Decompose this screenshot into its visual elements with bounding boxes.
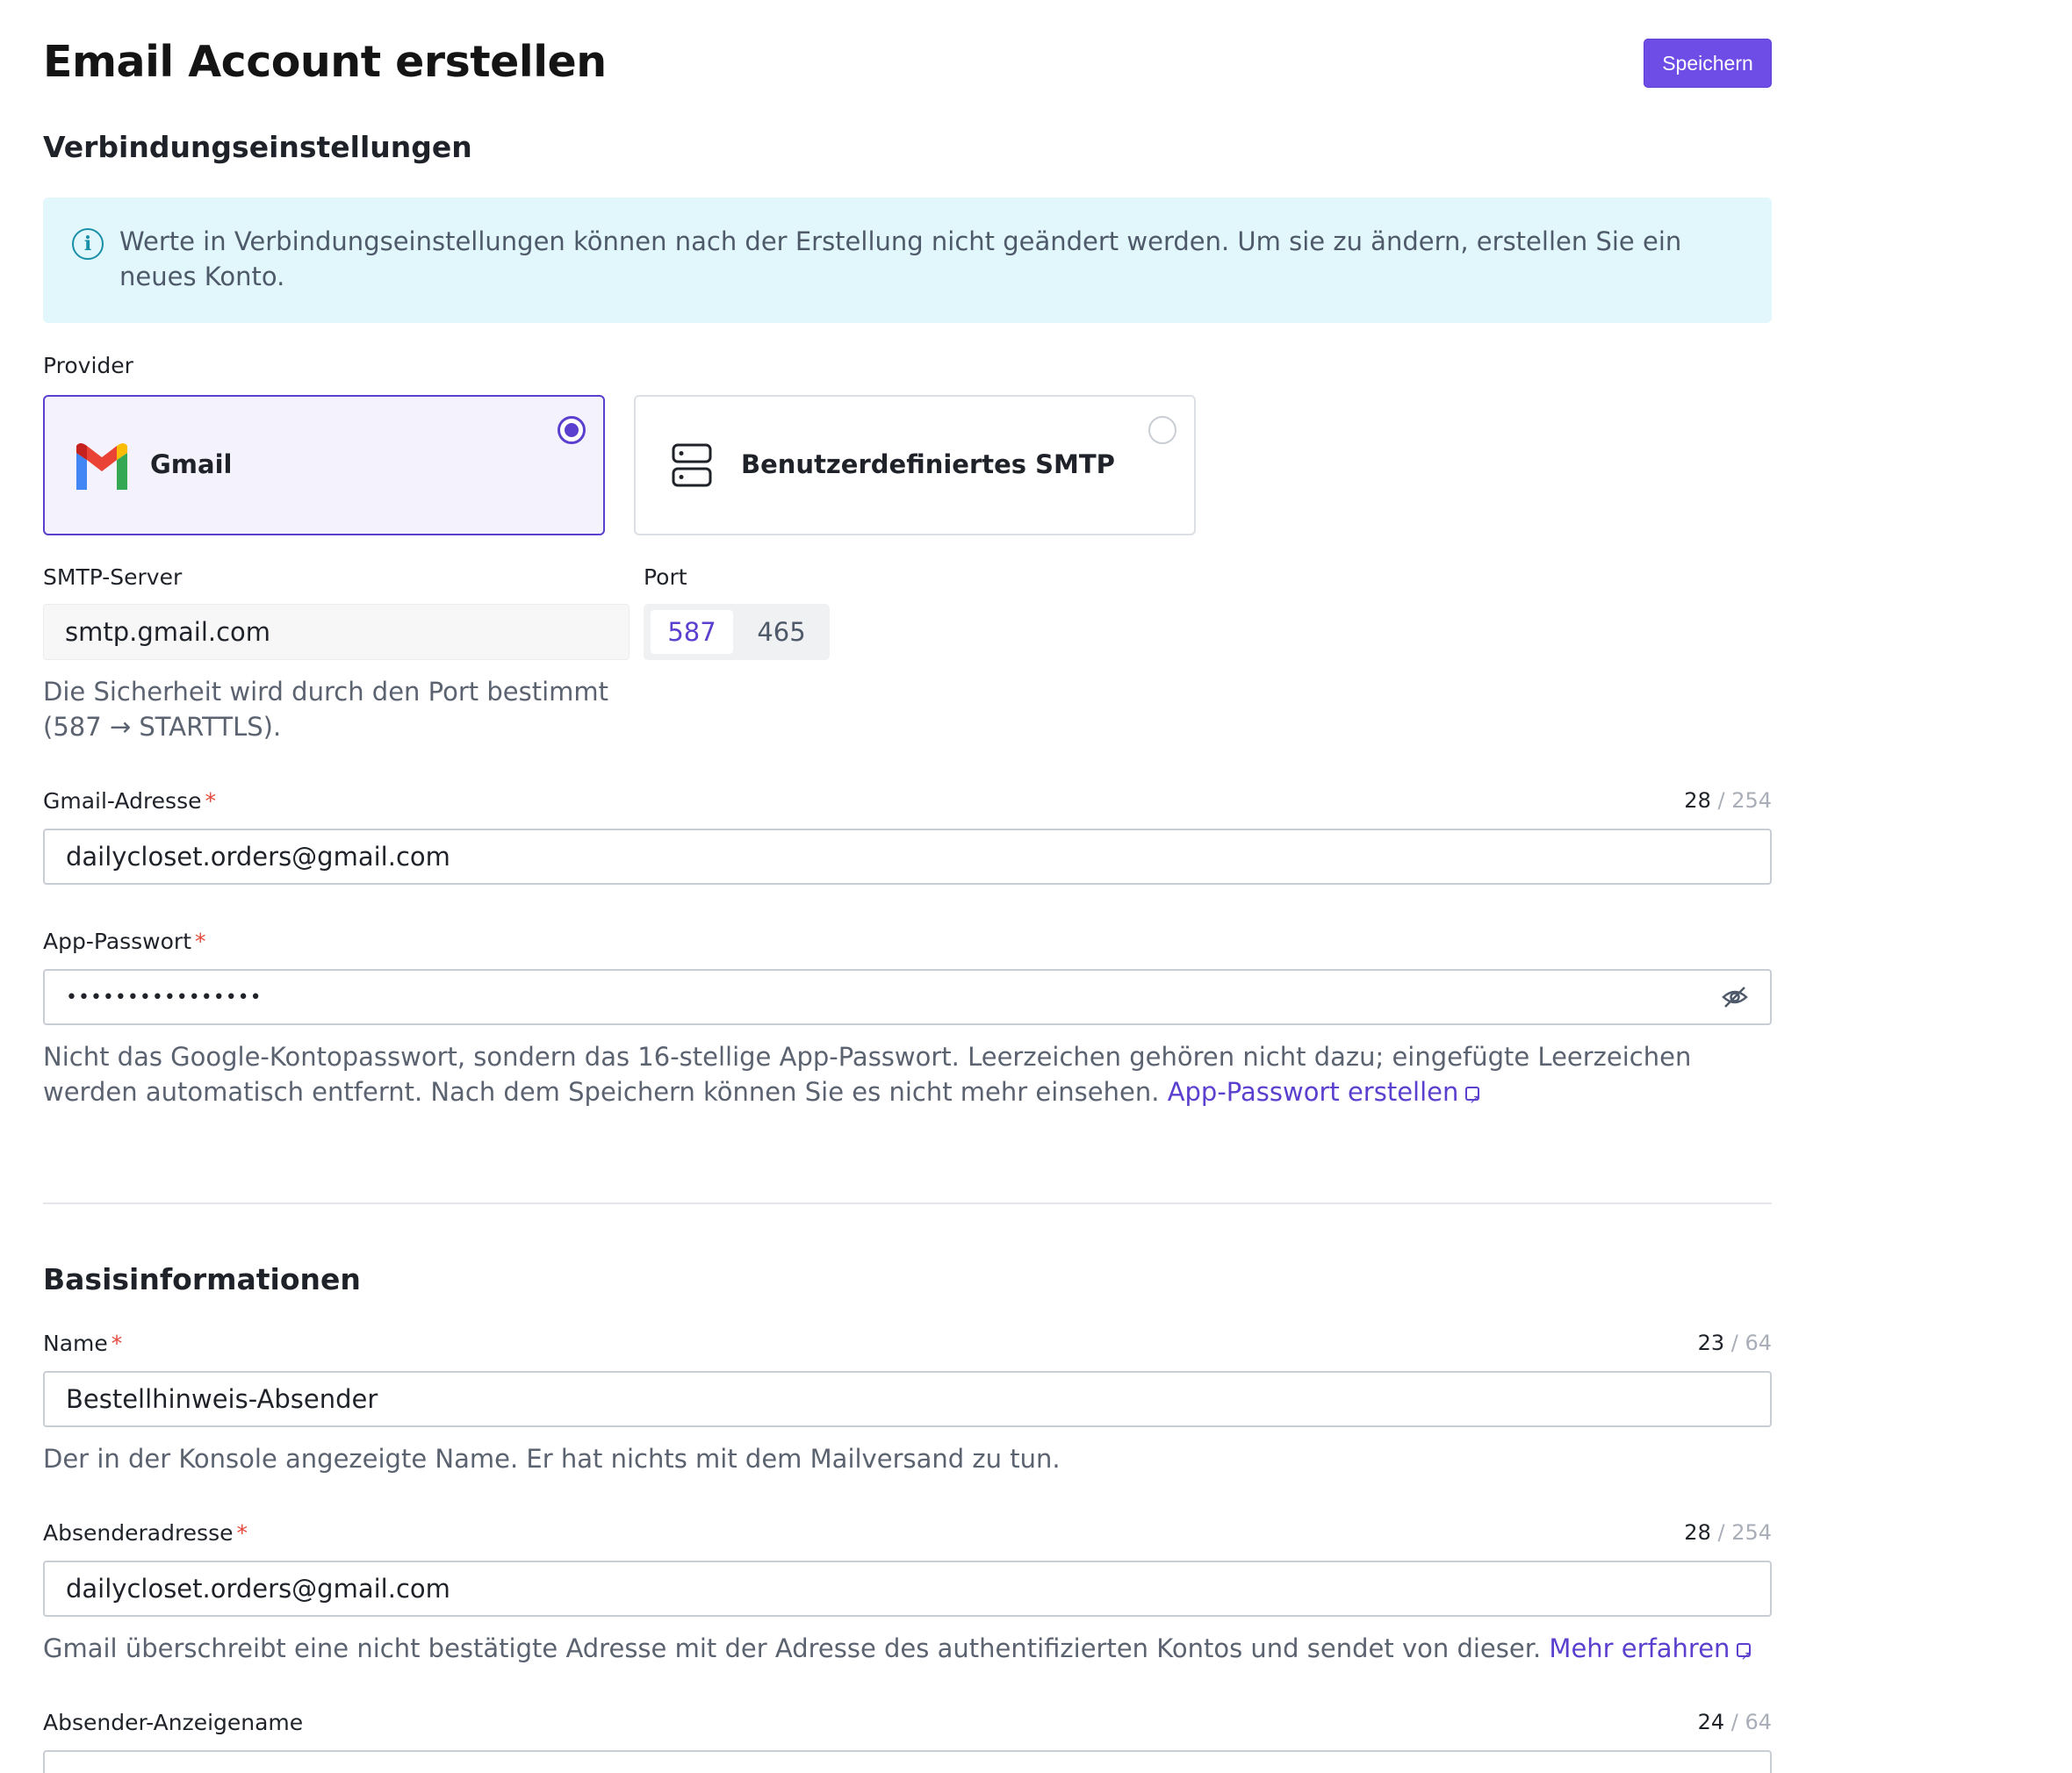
radio-gmail[interactable]	[558, 416, 586, 444]
app-password-help: Nicht das Google-Kontopasswort, sondern …	[43, 1039, 1772, 1117]
name-counter: 23 / 64	[1697, 1331, 1772, 1355]
provider-card-smtp[interactable]: Benutzerdefiniertes SMTP	[634, 395, 1196, 535]
app-password-input[interactable]: ••••••••••••••••	[43, 969, 1772, 1025]
provider-label-smtp: Benutzerdefiniertes SMTP	[741, 449, 1115, 479]
radio-smtp[interactable]	[1148, 416, 1176, 444]
smtp-server-input: smtp.gmail.com	[43, 604, 630, 660]
security-help-text: Die Sicherheit wird durch den Port besti…	[43, 677, 609, 742]
name-label: Name *	[43, 1331, 123, 1356]
provider-label: Provider	[43, 353, 133, 378]
sender-address-label: Absenderadresse *	[43, 1520, 248, 1546]
info-icon: i	[72, 228, 104, 260]
port-option-587[interactable]: 587	[651, 610, 733, 654]
gmail-address-input[interactable]: dailycloset.orders@gmail.com	[43, 829, 1772, 885]
gmail-icon	[71, 441, 133, 490]
display-name-counter: 24 / 64	[1697, 1710, 1772, 1734]
name-input[interactable]: Bestellhinweis-Absender	[43, 1371, 1772, 1427]
display-name-label: Absender-Anzeigename	[43, 1710, 304, 1735]
sender-address-help: Gmail überschreibt eine nicht bestätigte…	[43, 1631, 1772, 1674]
display-name-input[interactable]	[43, 1750, 1772, 1773]
provider-card-gmail[interactable]: Gmail	[43, 395, 605, 535]
page-title: Email Account erstellen	[43, 37, 607, 87]
external-link-icon	[1737, 1639, 1752, 1674]
port-selector: 587 465	[644, 604, 830, 660]
smtp-server-label: SMTP-Server	[43, 564, 183, 590]
gmail-address-label: Gmail-Adresse *	[43, 788, 216, 814]
create-app-password-link[interactable]: App-Passwort erstellen	[1168, 1077, 1459, 1107]
gmail-address-counter: 28 / 254	[1684, 788, 1772, 813]
provider-label-gmail: Gmail	[150, 449, 233, 479]
name-help: Der in der Konsole angezeigte Name. Er h…	[43, 1444, 1061, 1474]
save-button[interactable]: Speichern	[1644, 39, 1772, 88]
port-option-465[interactable]: 465	[740, 610, 823, 654]
section-title-basic: Basisinformationen	[43, 1262, 361, 1296]
sender-address-input[interactable]: dailycloset.orders@gmail.com	[43, 1561, 1772, 1617]
section-title-connection: Verbindungseinstellungen	[43, 130, 472, 164]
sender-address-counter: 28 / 254	[1684, 1520, 1772, 1545]
server-icon	[671, 442, 713, 488]
port-label: Port	[644, 564, 687, 590]
learn-more-link[interactable]: Mehr erfahren	[1549, 1633, 1730, 1663]
eye-off-icon[interactable]	[1721, 983, 1749, 1011]
external-link-icon	[1465, 1082, 1480, 1117]
section-divider	[43, 1202, 1772, 1204]
app-password-label: App-Passwort *	[43, 929, 206, 954]
info-banner-text: Werte in Verbindungseinstellungen können…	[119, 226, 1682, 291]
